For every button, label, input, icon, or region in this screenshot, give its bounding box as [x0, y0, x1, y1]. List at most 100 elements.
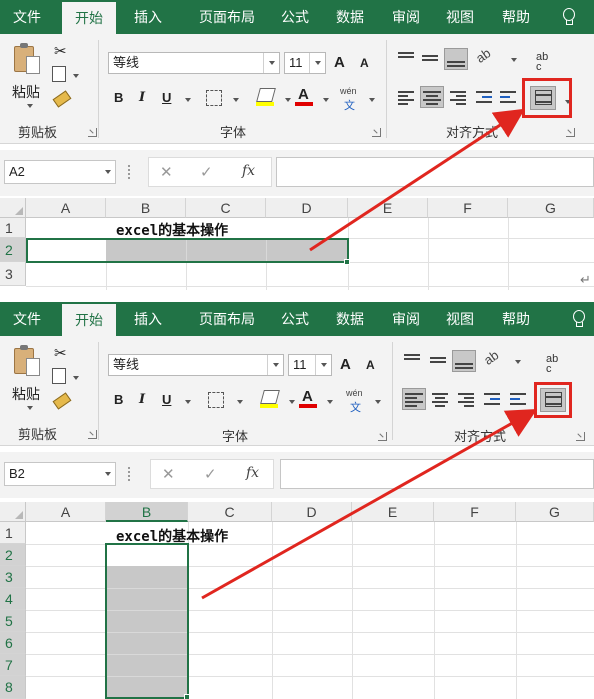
- enter-icon[interactable]: ✓: [204, 465, 217, 483]
- column-header-g[interactable]: G: [508, 198, 594, 218]
- insert-function-icon[interactable]: fx: [242, 163, 255, 179]
- row-header-5[interactable]: 5: [0, 610, 26, 632]
- wrap-text-icon[interactable]: ab c: [536, 52, 548, 73]
- phonetic-dropdown[interactable]: [370, 392, 381, 410]
- row-header-3[interactable]: 3: [0, 566, 26, 588]
- column-header-e[interactable]: E: [348, 198, 428, 218]
- name-box-dropdown[interactable]: [100, 162, 114, 182]
- column-header-a[interactable]: A: [26, 198, 106, 218]
- tab-help[interactable]: 帮助: [492, 0, 540, 34]
- align-center-icon[interactable]: [420, 86, 444, 108]
- row-header-8[interactable]: 8: [0, 676, 26, 699]
- underline-dropdown[interactable]: [180, 392, 191, 410]
- row-header-1[interactable]: 1: [0, 522, 26, 544]
- copy-icon[interactable]: [52, 66, 66, 82]
- font-color-icon[interactable]: A: [298, 86, 309, 103]
- tab-review[interactable]: 审阅: [383, 0, 429, 34]
- tab-insert[interactable]: 插入: [122, 302, 174, 336]
- row-header-3[interactable]: 3: [0, 262, 26, 286]
- name-box-dropdown[interactable]: [100, 464, 114, 484]
- font-name-dropdown[interactable]: [267, 355, 283, 375]
- column-header-e[interactable]: E: [352, 502, 434, 522]
- tab-home[interactable]: 开始: [62, 2, 116, 34]
- format-painter-icon[interactable]: [52, 90, 72, 108]
- orientation-icon[interactable]: ab: [481, 347, 501, 368]
- lightbulb-icon[interactable]: [562, 8, 576, 26]
- font-size-dropdown[interactable]: [315, 355, 331, 375]
- fill-handle[interactable]: [184, 694, 190, 699]
- borders-dropdown[interactable]: [228, 90, 239, 108]
- row-header-6[interactable]: 6: [0, 632, 26, 654]
- name-box-splitter[interactable]: [128, 467, 131, 481]
- orientation-dropdown[interactable]: [510, 352, 521, 370]
- bold-button[interactable]: B: [114, 392, 123, 407]
- align-top-icon[interactable]: [402, 350, 422, 368]
- column-header-d[interactable]: D: [272, 502, 352, 522]
- shrink-font-icon[interactable]: A: [366, 358, 375, 372]
- tab-data[interactable]: 数据: [326, 0, 374, 34]
- row-header-2[interactable]: 2: [0, 544, 26, 566]
- column-header-c[interactable]: C: [186, 198, 266, 218]
- font-size-combo[interactable]: 11: [288, 354, 332, 376]
- font-size-dropdown[interactable]: [309, 53, 325, 73]
- row-header-7[interactable]: 7: [0, 654, 26, 676]
- decrease-indent-icon[interactable]: [474, 88, 494, 106]
- fill-color-dropdown[interactable]: [280, 90, 291, 108]
- clipboard-launcher-icon[interactable]: [88, 430, 97, 439]
- column-header-b[interactable]: B: [106, 198, 186, 218]
- grow-font-icon[interactable]: A: [334, 54, 345, 71]
- tab-view[interactable]: 视图: [437, 0, 483, 34]
- italic-button[interactable]: I: [139, 392, 145, 407]
- fill-color-dropdown[interactable]: [284, 392, 295, 410]
- font-name-combo[interactable]: 等线: [108, 354, 284, 376]
- align-right-icon[interactable]: [456, 390, 476, 408]
- phonetic-icon[interactable]: 文: [350, 399, 361, 415]
- align-left-icon[interactable]: [396, 88, 416, 106]
- clipboard-launcher-icon[interactable]: [88, 128, 97, 137]
- font-name-combo[interactable]: 等线: [108, 52, 280, 74]
- shrink-font-icon[interactable]: A: [360, 56, 369, 70]
- scissors-icon[interactable]: ✂: [54, 344, 67, 362]
- align-bottom-icon[interactable]: [444, 48, 468, 70]
- tab-formulas[interactable]: 公式: [272, 302, 318, 336]
- formula-input[interactable]: [276, 157, 594, 187]
- column-header-b[interactable]: B: [106, 502, 188, 522]
- tab-view[interactable]: 视图: [437, 302, 483, 336]
- tab-file[interactable]: 文件: [0, 0, 54, 34]
- alignment-launcher-icon[interactable]: [576, 432, 585, 441]
- cancel-icon[interactable]: ✕: [162, 465, 175, 483]
- alignment-launcher-icon[interactable]: [566, 128, 575, 137]
- font-color-dropdown[interactable]: [322, 392, 333, 410]
- phonetic-top-text[interactable]: wén: [346, 388, 363, 398]
- decrease-indent-icon[interactable]: [482, 390, 502, 408]
- fill-handle[interactable]: [344, 259, 350, 265]
- copy-icon[interactable]: [52, 368, 66, 384]
- font-launcher-icon[interactable]: [372, 128, 381, 137]
- tab-page-layout[interactable]: 页面布局: [184, 0, 270, 34]
- align-middle-icon[interactable]: [428, 350, 448, 368]
- tab-page-layout[interactable]: 页面布局: [184, 302, 270, 336]
- row-header-1[interactable]: 1: [0, 218, 26, 238]
- underline-button[interactable]: U: [162, 90, 171, 105]
- wrap-text-icon[interactable]: ab c: [546, 354, 558, 375]
- name-box[interactable]: A2: [4, 160, 116, 184]
- increase-indent-icon[interactable]: [498, 88, 518, 106]
- selection-range-b2-b8[interactable]: [105, 543, 189, 699]
- align-center-icon[interactable]: [430, 390, 450, 408]
- tab-formulas[interactable]: 公式: [272, 0, 318, 34]
- tab-file[interactable]: 文件: [0, 302, 54, 336]
- column-header-d[interactable]: D: [266, 198, 348, 218]
- underline-button[interactable]: U: [162, 392, 171, 407]
- select-all-button[interactable]: [0, 198, 26, 218]
- underline-dropdown[interactable]: [180, 90, 191, 108]
- scissors-icon[interactable]: ✂: [54, 42, 67, 60]
- tab-help[interactable]: 帮助: [492, 302, 540, 336]
- tab-home[interactable]: 开始: [62, 304, 116, 336]
- font-name-dropdown[interactable]: [263, 53, 279, 73]
- phonetic-icon[interactable]: 文: [344, 97, 355, 113]
- orientation-dropdown[interactable]: [506, 50, 517, 68]
- column-header-f[interactable]: F: [428, 198, 508, 218]
- fill-color-icon[interactable]: [260, 390, 280, 404]
- merged-title-cell[interactable]: excel的基本操作: [116, 220, 228, 240]
- bold-button[interactable]: B: [114, 90, 123, 105]
